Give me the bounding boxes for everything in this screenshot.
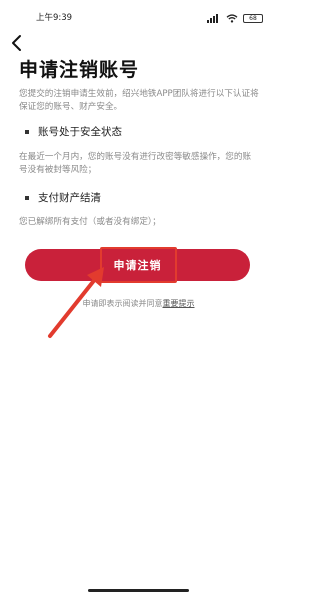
condition-title: 支付财产结清: [38, 192, 101, 204]
home-indicator[interactable]: [88, 589, 189, 592]
status-bar: 上午9:39 68: [0, 0, 277, 28]
screen: 上午9:39 68 申请注销账号 您提交的注销申请生效前，绍兴地铁APP团队将进…: [0, 0, 277, 600]
page-title: 申请注销账号: [19, 59, 140, 81]
apply-button-label: 申请注销: [113, 259, 162, 272]
important-notice-link[interactable]: 重要提示: [163, 299, 195, 308]
status-icons: 68: [207, 12, 263, 24]
bullet-icon: [25, 129, 29, 134]
wifi-icon: [226, 13, 238, 23]
condition-description: 在最近一个月内，您的账号没有进行改密等敏感操作，您的账号没有被封等风险；: [19, 152, 252, 175]
annotation-arrow-icon: [48, 267, 104, 338]
intro-text: 您提交的注销申请生效前，绍兴地铁APP团队将进行以下认证将保证您的账号、财产安全…: [19, 89, 259, 112]
signal-icon: [207, 13, 218, 23]
condition-title: 账号处于安全状态: [38, 126, 122, 138]
battery-icon: 68: [243, 13, 263, 23]
condition-description: 您已解绑所有支付（或者没有绑定）；: [19, 217, 161, 227]
status-time: 上午9:39: [36, 13, 73, 23]
bullet-icon: [25, 195, 29, 200]
condition-payment-cleared: 支付财产结清: [25, 190, 101, 205]
condition-safe-account: 账号处于安全状态: [25, 124, 122, 139]
back-arrow-icon[interactable]: [8, 33, 28, 53]
